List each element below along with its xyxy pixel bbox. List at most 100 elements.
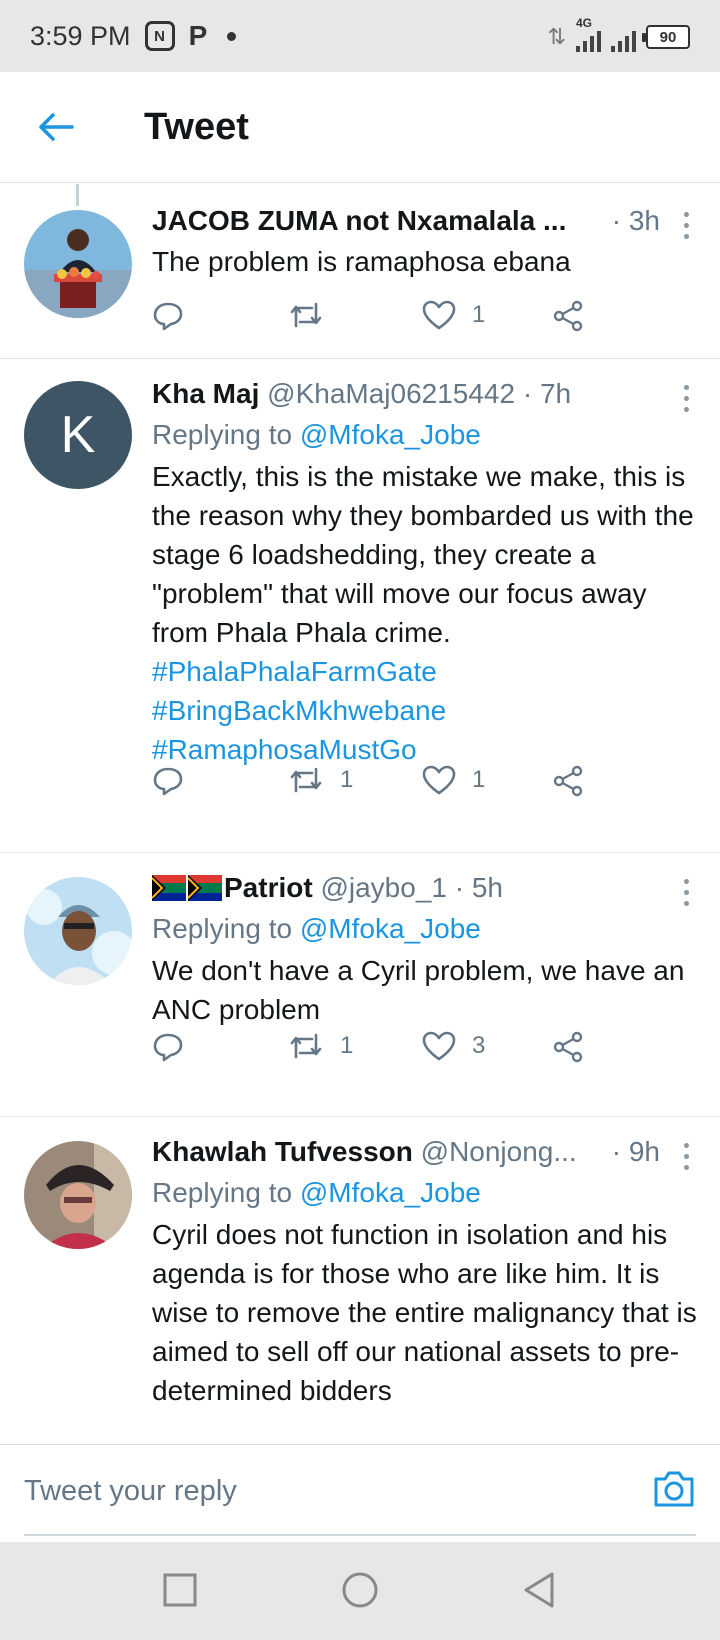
retweet-icon	[290, 767, 322, 793]
tweet-item[interactable]: JACOB ZUMA not Nxamalala ... · 3h The pr…	[0, 184, 720, 359]
avatar-photo-icon	[24, 1141, 132, 1249]
square-icon	[163, 1573, 197, 1607]
system-nav-bar	[0, 1542, 720, 1640]
share-icon	[553, 765, 583, 797]
battery-level: 90	[659, 28, 677, 46]
like-button[interactable]: 1	[422, 765, 485, 795]
more-vertical-icon[interactable]	[684, 385, 692, 412]
retweet-button[interactable]: 1	[288, 765, 353, 795]
tweet-time: · 3h	[607, 202, 660, 240]
reply-input[interactable]: Tweet your reply	[24, 1475, 237, 1508]
reply-button[interactable]	[152, 300, 184, 332]
circle-icon	[342, 1572, 378, 1608]
reply-mention-link[interactable]: @Mfoka_Jobe	[300, 1177, 481, 1208]
replying-to: Replying to @Mfoka_Jobe	[152, 909, 700, 949]
signal-icon	[611, 24, 636, 52]
recents-button[interactable]	[160, 1570, 200, 1615]
network-type-label: 4G	[576, 16, 593, 30]
user-handle: @Nonjong...	[420, 1136, 577, 1167]
hashtag-link[interactable]: #PhalaPhalaFarmGate	[152, 652, 700, 691]
signal-4g-icon: 4G	[576, 16, 601, 52]
tweet-header: Patriot @jaybo_1 · 5h	[152, 869, 700, 907]
reply-composer[interactable]: Tweet your reply	[0, 1444, 720, 1542]
replying-to: Replying to @Mfoka_Jobe	[152, 415, 700, 455]
retweet-count: 1	[340, 766, 354, 793]
notification-app-icon: N	[144, 21, 175, 51]
more-vertical-icon[interactable]	[684, 879, 692, 906]
share-icon	[553, 300, 583, 332]
retweet-count: 1	[340, 1032, 354, 1059]
reply-mention-link[interactable]: @Mfoka_Jobe	[300, 419, 481, 450]
like-button[interactable]: 1	[422, 300, 485, 330]
south-africa-flag-icon	[152, 875, 222, 901]
share-icon	[553, 1031, 583, 1063]
reply-mention-link[interactable]: @Mfoka_Jobe	[300, 913, 481, 944]
data-activity-icon: ⇅	[547, 24, 566, 49]
page-title: Tweet	[144, 105, 249, 148]
back-nav-button[interactable]	[520, 1570, 560, 1615]
parking-app-icon: P	[188, 20, 208, 51]
tweet-item[interactable]: Patriot @jaybo_1 · 5h Replying to @Mfoka…	[0, 853, 720, 1117]
like-count: 3	[472, 1032, 486, 1059]
thread-connector	[76, 184, 79, 206]
display-name[interactable]: Patriot	[224, 872, 313, 903]
display-name[interactable]: Khawlah Tufvesson	[152, 1136, 413, 1167]
tweet-actions: 1 3	[152, 1031, 632, 1071]
replying-to-label: Replying to	[152, 1177, 300, 1208]
camera-icon	[654, 1471, 694, 1507]
tweet-body: Exactly, this is the mistake we make, th…	[152, 457, 700, 769]
retweet-button[interactable]	[288, 300, 340, 330]
avatar[interactable]	[24, 1141, 132, 1249]
replying-to-label: Replying to	[152, 419, 300, 450]
back-button[interactable]	[28, 99, 84, 155]
reply-feed[interactable]: JACOB ZUMA not Nxamalala ... · 3h The pr…	[0, 184, 720, 1444]
tweet-text: Exactly, this is the mistake we make, th…	[152, 461, 694, 648]
top-app-bar: Tweet	[0, 72, 720, 183]
heart-icon	[422, 765, 456, 795]
share-button[interactable]	[552, 1031, 584, 1063]
tweet-text: Cyril does not function in isolation and…	[152, 1219, 697, 1406]
hashtag-link[interactable]: #BringBackMkhwebane	[152, 691, 700, 730]
like-count: 1	[472, 301, 486, 328]
more-vertical-icon[interactable]	[684, 1143, 692, 1170]
avatar[interactable]	[24, 210, 132, 318]
reply-icon	[153, 302, 183, 331]
tweet-item[interactable]: Khawlah Tufvesson @Nonjong... · 9h Reply…	[0, 1117, 720, 1444]
avatar[interactable]	[24, 877, 132, 985]
retweet-icon	[290, 302, 322, 328]
tweet-time: · 9h	[607, 1133, 660, 1171]
avatar-photo-icon	[24, 877, 132, 985]
reply-button[interactable]	[152, 765, 184, 797]
tweet-header: Khawlah Tufvesson @Nonjong... · 9h	[152, 1133, 700, 1171]
share-button[interactable]	[552, 765, 584, 797]
reply-input-underline	[24, 1534, 696, 1536]
replying-to: Replying to @Mfoka_Jobe	[152, 1173, 700, 1213]
status-time: 3:59 PM	[30, 20, 131, 51]
user-handle: @jaybo_1 · 5h	[320, 872, 504, 903]
tweet-item[interactable]: K Kha Maj @KhaMaj06215442 · 7h Replying …	[0, 359, 720, 853]
tweet-text: The problem is ramaphosa ebana	[152, 246, 571, 277]
display-name[interactable]: JACOB ZUMA not Nxamalala ...	[152, 205, 566, 236]
like-count: 1	[472, 766, 486, 793]
arrow-left-icon	[39, 113, 74, 141]
display-name[interactable]: Kha Maj	[152, 378, 259, 409]
status-indicators: ⇅ 4G 90	[547, 16, 690, 52]
tweet-actions: 1 1	[152, 765, 632, 805]
heart-icon	[422, 1031, 456, 1061]
home-button[interactable]	[338, 1570, 382, 1615]
tweet-header: Kha Maj @KhaMaj06215442 · 7h	[152, 375, 700, 413]
reply-button[interactable]	[152, 1031, 184, 1063]
camera-button[interactable]	[652, 1469, 696, 1514]
share-button[interactable]	[552, 300, 584, 332]
avatar-letter: K	[60, 406, 96, 464]
tweet-text: We don't have a Cyril problem, we have a…	[152, 955, 685, 1025]
more-vertical-icon[interactable]	[684, 212, 692, 239]
hashtag-link[interactable]: #RamaphosaMustGo	[152, 730, 700, 769]
avatar[interactable]: K	[24, 381, 132, 489]
retweet-button[interactable]: 1	[288, 1031, 353, 1061]
battery-icon: 90	[642, 25, 690, 49]
avatar-photo-icon	[24, 210, 132, 318]
like-button[interactable]: 3	[422, 1031, 485, 1061]
replying-to-label: Replying to	[152, 913, 300, 944]
tweet-actions: 1	[152, 300, 632, 340]
